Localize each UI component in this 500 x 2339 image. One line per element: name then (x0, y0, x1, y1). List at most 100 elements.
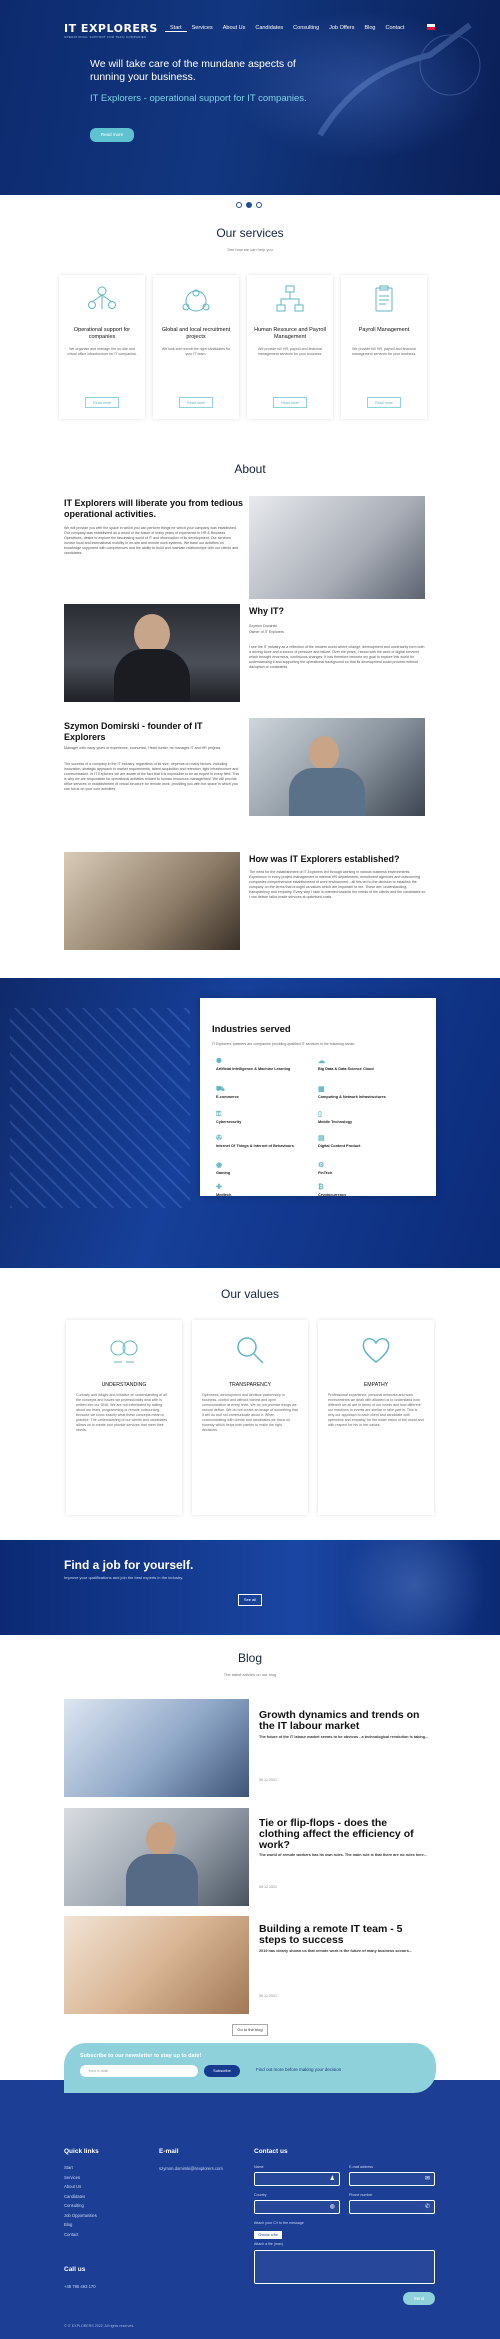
phone-field[interactable]: ✆ (349, 2200, 435, 2214)
main-nav: Start Services About Us Candidates Consu… (165, 25, 409, 32)
quick-links: Start Services About Us Candidates Consu… (64, 2163, 97, 2239)
blog-post-excerpt: The world of remote workers has its own … (259, 1853, 427, 1857)
blog-post-excerpt: 2019 has clearly shown us that remote wo… (259, 1949, 412, 1953)
slider-dot[interactable] (236, 202, 242, 208)
nav-item-contact[interactable]: Contact (380, 25, 409, 32)
service-read-more-button[interactable]: Read more (273, 397, 307, 408)
ai-brain-icon: ✺ (216, 1058, 222, 1065)
country-field[interactable]: ◍ (254, 2200, 340, 2214)
name-field[interactable]: ♟ (254, 2172, 340, 2186)
footer-link[interactable]: Services (64, 2173, 97, 2183)
service-read-more-button[interactable]: Read more (179, 397, 213, 408)
blog-post-excerpt: The future of the IT labour market seems… (259, 1735, 429, 1739)
footer-link[interactable]: Contact (64, 2230, 97, 2240)
send-button[interactable]: Send (403, 2292, 435, 2305)
global-recruitment-icon (182, 289, 210, 312)
user-icon: ♟ (329, 2176, 335, 2182)
cart-icon: ⛟ (216, 1086, 225, 1093)
message-textarea[interactable] (254, 2250, 435, 2284)
email-field[interactable]: ✉ (349, 2172, 435, 2186)
copyright: © IT EXPLORERS 2022. All rights reserved… (64, 2324, 135, 2328)
businessman-photo[interactable] (64, 1808, 249, 1906)
blog-post-title[interactable]: Tie or flip-flops - does the clothing af… (259, 1818, 429, 1851)
file-label: Attach a file (max) (254, 2242, 283, 2246)
why-it-paragraph: I see the IT industry as a reflection of… (249, 645, 425, 669)
laptop-man-photo (249, 718, 425, 816)
hero-read-more-button[interactable]: Read more (90, 128, 134, 142)
blog-title: Blog (237, 1651, 263, 1665)
industry-item: ✇ Internet Of Things & Internet of Behavi… (216, 1135, 294, 1148)
footer-link[interactable]: About Us (64, 2182, 97, 2192)
industries-subtitle: IT Explorers' partners are companies pro… (212, 1042, 355, 1046)
nav-item-about[interactable]: About Us (218, 25, 251, 32)
phone-icon: ✆ (424, 2204, 430, 2210)
heads-icon (110, 1340, 138, 1363)
subscribe-button[interactable]: Subscribe (204, 2065, 240, 2077)
footer-link[interactable]: Blog (64, 2220, 97, 2230)
newsletter-box: Subscribe to our newsletter to stay up t… (64, 2043, 436, 2093)
name-label: Name (254, 2165, 264, 2169)
service-card: Human Resource and Payroll Management We… (247, 275, 333, 419)
service-read-more-button[interactable]: Read more (85, 397, 119, 408)
about-title: About (234, 462, 266, 476)
slider-dot[interactable] (256, 202, 262, 208)
nav-item-job-offers[interactable]: Job Offers (324, 25, 359, 32)
poland-flag-icon[interactable] (427, 24, 435, 30)
nav-item-consulting[interactable]: Consulting (288, 25, 324, 32)
industry-item: ▯ Mobile Technology (318, 1111, 353, 1124)
site-logo[interactable]: IT EXPLORERS (64, 22, 158, 35)
lock-icon: ⚿ (216, 1111, 222, 1118)
service-title: Payroll Management (358, 327, 410, 333)
newsletter-email-input[interactable]: Your e-mail (80, 2065, 198, 2077)
footer-email-link[interactable]: szymon.domirski@itexplorers.com (159, 2164, 223, 2174)
founder-intro: Manager with many years of experience, e… (64, 746, 222, 750)
nav-item-start[interactable]: Start (165, 25, 187, 32)
payroll-clipboard-icon (375, 285, 393, 312)
author-name: Szymon Domirski (249, 624, 277, 628)
founder-photo (64, 604, 240, 702)
medtech-icon: ✚ (216, 1184, 222, 1191)
service-desc: We organise and manage the on-site and v… (67, 347, 137, 356)
country-label: Country (254, 2193, 267, 2197)
why-it-heading: Why IT? (249, 606, 284, 616)
network-icon: ▦ (318, 1086, 325, 1093)
value-desc: Professional experience, personal networ… (328, 1393, 424, 1427)
choose-file-button[interactable]: Choose a file (254, 2231, 282, 2239)
fintech-icon: ⚙ (318, 1162, 325, 1169)
blog-post-title[interactable]: Growth dynamics and trends on the IT lab… (259, 1710, 429, 1732)
blog-post-title[interactable]: Building a remote IT team - 5 steps to s… (259, 1924, 429, 1946)
office-desk-photo (249, 496, 425, 599)
service-desc: We provide full HR, payroll and financia… (351, 347, 417, 356)
slider-dots (236, 202, 262, 208)
value-desc: Openness, development and decisive partn… (202, 1393, 298, 1432)
service-read-more-button[interactable]: Read more (367, 397, 401, 408)
industry-item: ▦ Computing & Network Infrastructures (318, 1086, 386, 1099)
values-title: Our values (220, 1287, 280, 1301)
footer-link[interactable]: Candidates (64, 2192, 97, 2202)
people-network-icon (88, 286, 116, 309)
footer-link[interactable]: Start (64, 2163, 97, 2173)
email-label: E-mail address (349, 2165, 373, 2169)
footer-link[interactable]: Job Opportunities (64, 2211, 97, 2221)
industry-item: ⚿ Cybersecurity (216, 1111, 242, 1124)
footer-link[interactable]: Consulting (64, 2201, 97, 2211)
industry-item: ▤ Digital Content Product (318, 1135, 361, 1148)
jobs-band (0, 1540, 500, 1635)
value-card: UNDERSTANDING Curiosity and insight and … (66, 1320, 182, 1515)
phone-label: Phone number (349, 2193, 373, 2197)
blog-post-date: 09.12.2021 (259, 1994, 277, 1998)
jobs-see-all-button[interactable]: See all (238, 1594, 262, 1606)
laptop-charts-photo[interactable] (64, 1699, 249, 1797)
established-heading: How was IT Explorers established? (249, 854, 400, 864)
hands-keyboard-photo[interactable] (64, 1916, 249, 2014)
slider-dot-active[interactable] (246, 202, 252, 208)
industry-item: ◉ Gaming (216, 1162, 231, 1175)
nav-item-candidates[interactable]: Candidates (250, 25, 288, 32)
nav-item-services[interactable]: Services (187, 25, 218, 32)
footer-phone-link[interactable]: +48 795 493 170 (64, 2282, 96, 2292)
go-to-blog-button[interactable]: Go to the blog (232, 2024, 268, 2036)
service-card: Payroll Management We provide full HR, p… (341, 275, 427, 419)
nav-item-blog[interactable]: Blog (359, 25, 380, 32)
message-label: Attach your CV to the message (254, 2221, 304, 2225)
blog-subtitle: The latest articles on our blog (223, 1672, 277, 1677)
